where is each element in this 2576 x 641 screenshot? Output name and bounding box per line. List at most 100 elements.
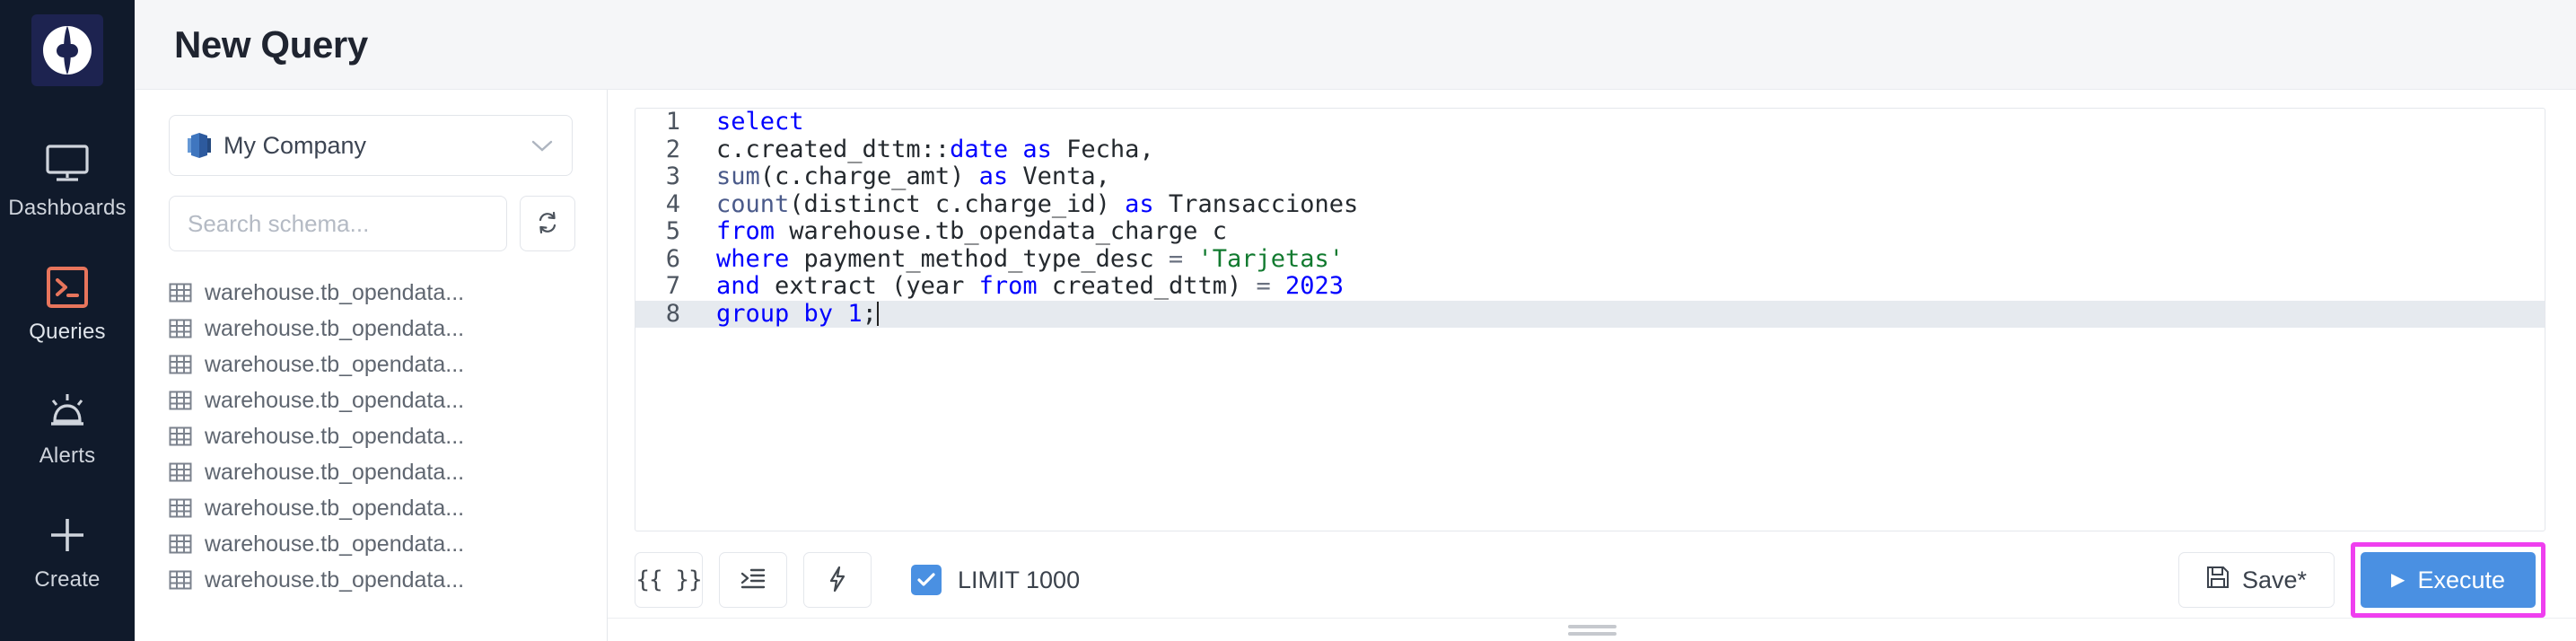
table-name: warehouse.tb_opendata... [205, 351, 465, 377]
datasource-name: My Company [223, 131, 367, 159]
plus-icon [42, 512, 92, 558]
list-item[interactable]: warehouse.tb_opendata... [169, 382, 573, 418]
sidebar-item-dashboards[interactable]: Dashboards [0, 127, 135, 232]
line-number: 7 [665, 272, 680, 300]
list-item[interactable]: warehouse.tb_opendata... [169, 562, 573, 598]
save-button[interactable]: Save* [2177, 552, 2335, 608]
list-item[interactable]: warehouse.tb_opendata... [169, 490, 573, 526]
toolbar-left-group: {{ }} LIMIT 1000 [635, 552, 1080, 608]
app-logo[interactable] [31, 14, 103, 86]
holistics-logo-icon [43, 26, 92, 75]
sidebar-item-alerts[interactable]: Alerts [0, 375, 135, 479]
limit-toggle[interactable]: LIMIT 1000 [911, 565, 1080, 595]
quick-run-button[interactable] [803, 552, 872, 608]
schema-search-row [169, 196, 575, 251]
table-name: warehouse.tb_opendata... [205, 459, 465, 485]
line-content: and extract (year from created_dttm) = 2… [716, 272, 1345, 300]
list-item[interactable]: warehouse.tb_opendata... [169, 526, 573, 562]
alarm-light-icon [42, 388, 92, 435]
list-item[interactable]: warehouse.tb_opendata... [169, 454, 573, 490]
page-header: New Query [135, 0, 2576, 90]
search-input[interactable] [169, 196, 507, 251]
toolbar-right-group: Save* ▶ Execute [2177, 542, 2545, 618]
editor-line: 4 count(distinct c.charge_id) as Transac… [635, 189, 2545, 219]
line-number: 3 [665, 162, 680, 190]
table-icon [169, 533, 192, 555]
page-title: New Query [174, 22, 368, 66]
list-item[interactable]: warehouse.tb_opendata... [169, 275, 573, 311]
line-number: 2 [665, 135, 680, 163]
workspace: My Company Search schema... warehouse.tb… [135, 90, 2576, 641]
editor-line: 6 where payment_method_type_desc = 'Tarj… [635, 244, 2545, 274]
table-icon [169, 426, 192, 447]
table-icon [169, 318, 192, 339]
schema-panel: My Company Search schema... warehouse.tb… [135, 90, 608, 641]
editor-toolbar: {{ }} LIMIT 1000 Save* ▶ Execute [635, 531, 2545, 618]
limit-checkbox[interactable] [911, 565, 942, 595]
line-content: select [716, 108, 804, 136]
table-name: warehouse.tb_opendata... [205, 495, 465, 521]
table-icon [169, 354, 192, 375]
editor-line: 2 c.created_dttm::date as Fecha, [635, 136, 2545, 164]
table-name: warehouse.tb_opendata... [205, 531, 465, 557]
terminal-icon [42, 264, 92, 311]
query-parameters-button[interactable]: {{ }} [635, 552, 703, 608]
app-root: Dashboards Queries Alerts Create New Que… [0, 0, 2576, 641]
check-icon [917, 573, 935, 586]
editor-line: 3 sum(c.charge_amt) as Venta, [635, 162, 2545, 191]
limit-label: LIMIT 1000 [958, 566, 1081, 593]
text-caret [876, 301, 879, 326]
monitor-icon [42, 140, 92, 187]
sidebar-item-queries[interactable]: Queries [0, 251, 135, 356]
indent-format-icon [740, 566, 767, 594]
line-number: 5 [665, 217, 680, 245]
line-content: c.created_dttm::date as Fecha, [716, 135, 1154, 163]
list-item[interactable]: warehouse.tb_opendata... [169, 347, 573, 382]
list-item[interactable]: warehouse.tb_opendata... [169, 418, 573, 454]
lightning-bolt-icon [828, 566, 847, 595]
main-region: New Query My Company Search schema... wa… [135, 0, 2576, 641]
line-content: count(distinct c.charge_id) as Transacci… [716, 189, 1359, 218]
table-name: warehouse.tb_opendata... [205, 315, 465, 341]
line-content: from warehouse.tb_opendata_charge c [716, 217, 1227, 245]
table-icon [169, 569, 192, 591]
schema-table-list: warehouse.tb_opendata... warehouse.tb_op… [169, 275, 573, 641]
refresh-icon [535, 210, 560, 238]
chevron-down-icon [530, 138, 554, 153]
sidebar-item-label: Queries [29, 320, 106, 344]
execute-button[interactable]: ▶ Execute [2361, 552, 2536, 608]
sidebar-item-label: Alerts [39, 443, 96, 468]
line-content: where payment_method_type_desc = 'Tarjet… [716, 244, 1345, 273]
list-item[interactable]: warehouse.tb_opendata... [169, 311, 573, 347]
table-icon [169, 282, 192, 303]
save-button-label: Save* [2241, 566, 2308, 593]
table-icon [169, 497, 192, 519]
sidebar-item-label: Create [34, 567, 101, 592]
table-name: warehouse.tb_opendata... [205, 387, 465, 413]
line-number: 8 [665, 299, 680, 328]
editor-line: 7 and extract (year from created_dttm) =… [635, 272, 2545, 301]
table-name: warehouse.tb_opendata... [205, 423, 465, 449]
line-content: group by 1; [716, 299, 879, 328]
sidebar-item-create[interactable]: Create [0, 499, 135, 603]
refresh-schema-button[interactable] [520, 196, 575, 251]
line-number: 4 [665, 189, 680, 218]
execute-button-label: Execute [2417, 566, 2505, 593]
line-content: sum(c.charge_amt) as Venta, [716, 162, 1110, 190]
line-number: 6 [665, 244, 680, 273]
sidebar-item-label: Dashboards [8, 196, 127, 220]
editor-line: 5 from warehouse.tb_opendata_charge c [635, 217, 2545, 246]
drag-grip-icon[interactable] [1567, 624, 1617, 636]
panel-resize-strip[interactable] [608, 618, 2576, 641]
format-sql-button[interactable] [719, 552, 787, 608]
execute-highlight-box: ▶ Execute [2351, 542, 2545, 618]
datasource-select[interactable]: My Company [169, 115, 573, 176]
table-icon [169, 461, 192, 483]
editor-area: 1 select 2 c.created_dttm::date as Fecha… [608, 90, 2576, 641]
table-name: warehouse.tb_opendata... [205, 566, 465, 593]
sql-editor[interactable]: 1 select 2 c.created_dttm::date as Fecha… [635, 108, 2545, 531]
floppy-disk-icon [2206, 566, 2230, 595]
play-icon: ▶ [2391, 570, 2405, 590]
braces-icon: {{ }} [635, 566, 702, 593]
table-icon [169, 390, 192, 411]
